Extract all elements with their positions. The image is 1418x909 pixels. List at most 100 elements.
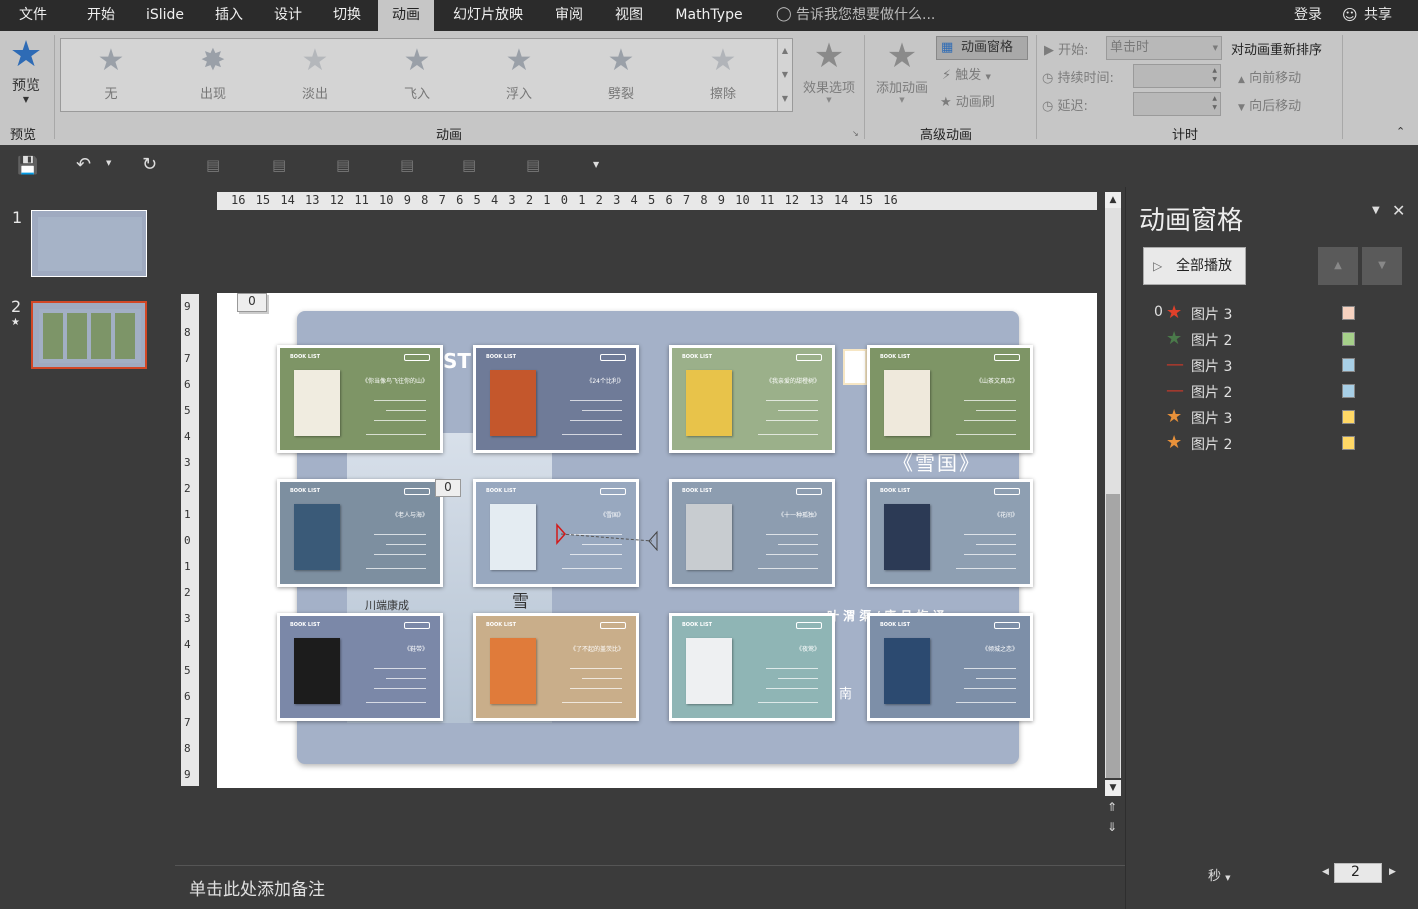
animation-painter-button[interactable]: ★ 动画刷: [940, 94, 995, 112]
align-left-icon[interactable]: ▤: [206, 156, 220, 174]
tab-file[interactable]: 文件: [6, 0, 60, 31]
tab-design[interactable]: 设计: [259, 0, 317, 31]
animation-pane-button[interactable]: ▦ 动画窗格: [936, 36, 1028, 60]
notes-pane[interactable]: 单击此处添加备注: [175, 865, 1125, 909]
animation-list-item[interactable]: — 图片 2: [1140, 380, 1370, 402]
seconds-dropdown[interactable]: 秒 ▼: [1208, 865, 1231, 884]
animation-none[interactable]: ★ 无: [61, 39, 161, 111]
star-fade-icon: ★: [301, 43, 329, 78]
tab-transitions[interactable]: 切换: [318, 0, 376, 31]
timeline-left-icon[interactable]: ◀: [1322, 867, 1329, 877]
next-slide-icon[interactable]: ⇓: [1107, 820, 1117, 834]
move-down-button[interactable]: ▼: [1362, 247, 1402, 285]
book-card[interactable]: BOOK LIST 《山茶文具店》: [867, 345, 1033, 453]
book-card[interactable]: BOOK LIST 《我亲爱的甜橙树》: [669, 345, 835, 453]
add-animation-button[interactable]: ★ 添加动画 ▼: [870, 35, 934, 104]
tab-review[interactable]: 审阅: [540, 0, 598, 31]
book-card[interactable]: BOOK LIST 《夜莺》: [669, 613, 835, 721]
duration-input[interactable]: ▲ ▼: [1133, 64, 1221, 88]
animation-list-item[interactable]: 0 ★ 图片 3: [1140, 302, 1370, 324]
timeline-bar[interactable]: [1342, 358, 1355, 372]
book-card[interactable]: BOOK LIST 《鞋带》: [277, 613, 443, 721]
delay-label: 延迟:: [1057, 99, 1088, 114]
move-earlier-button[interactable]: ▲ 向前移动: [1238, 67, 1301, 86]
tab-view[interactable]: 视图: [600, 0, 658, 31]
vertical-scrollbar[interactable]: ▲ ▼: [1104, 192, 1122, 796]
slide-thumbnail-2[interactable]: [31, 301, 147, 369]
spinner-icon[interactable]: ▲ ▼: [1212, 66, 1217, 84]
timeline-bar[interactable]: [1342, 332, 1355, 346]
preview-button[interactable]: ★ 预览 ▼: [4, 35, 48, 105]
trigger-button[interactable]: ⚡ 触发 ▼: [942, 67, 991, 86]
animation-order-marker[interactable]: 0: [435, 479, 461, 497]
motion-path[interactable]: [547, 521, 662, 551]
tab-islide[interactable]: iSlide: [136, 0, 194, 31]
timeline-right-icon[interactable]: ▶: [1389, 867, 1396, 877]
timeline-bar[interactable]: [1342, 384, 1355, 398]
share-button[interactable]: 共享: [1364, 0, 1392, 31]
spinner-icon[interactable]: ▲ ▼: [1212, 94, 1217, 112]
animation-list-item[interactable]: ★ 图片 2: [1140, 432, 1370, 454]
distribute-icon[interactable]: ▤: [526, 156, 540, 174]
animation-order-marker[interactable]: 0: [237, 293, 267, 312]
animation-list-item[interactable]: — 图片 3: [1140, 354, 1370, 376]
ruler-v-tick-label: 5: [184, 404, 191, 417]
book-card[interactable]: BOOK LIST 《老人与海》: [277, 479, 443, 587]
align-middle-icon[interactable]: ▤: [336, 156, 350, 174]
book-card[interactable]: BOOK LIST 《倾城之恋》: [867, 613, 1033, 721]
scroll-track[interactable]: [1105, 208, 1121, 778]
book-card[interactable]: BOOK LIST 《十一种孤独》: [669, 479, 835, 587]
scroll-up-icon[interactable]: ▲: [1105, 192, 1121, 208]
timeline-zoom-field[interactable]: 2: [1334, 863, 1382, 883]
animation-fade[interactable]: ★ 淡出: [265, 39, 365, 111]
slide-thumbnail-1[interactable]: [31, 210, 147, 277]
gallery-scroll[interactable]: ▲ ▼ ▼: [777, 39, 792, 111]
scroll-thumb[interactable]: [1106, 494, 1120, 778]
book-card[interactable]: BOOK LIST 《你当像鸟飞往你的山》: [277, 345, 443, 453]
timeline-bar[interactable]: [1342, 410, 1355, 424]
align-right-icon[interactable]: ▤: [400, 156, 414, 174]
animation-fly-in[interactable]: ★ 飞入: [367, 39, 467, 111]
animation-split[interactable]: ★ 劈裂: [571, 39, 671, 111]
login-link[interactable]: 登录: [1294, 0, 1322, 31]
book-card[interactable]: BOOK LIST 《了不起的盖茨比》: [473, 613, 639, 721]
timeline-bar[interactable]: [1342, 306, 1355, 320]
tab-home[interactable]: 开始: [72, 0, 130, 31]
redo-icon[interactable]: ↻: [142, 154, 157, 175]
animation-target-name: 图片 2: [1191, 437, 1233, 453]
tab-mathtype[interactable]: MathType: [662, 0, 756, 31]
undo-icon[interactable]: ↶: [76, 154, 91, 175]
timeline-bar[interactable]: [1342, 436, 1355, 450]
animation-list-item[interactable]: ★ 图片 2: [1140, 328, 1370, 350]
book-card[interactable]: BOOK LIST 《24个比利》: [473, 345, 639, 453]
play-all-button[interactable]: ▷ 全部播放: [1143, 247, 1246, 285]
chevron-down-icon[interactable]: ▼: [106, 159, 111, 167]
close-icon[interactable]: ✕: [1392, 201, 1405, 220]
animation-float-in[interactable]: ★ 浮入: [469, 39, 569, 111]
animation-appear[interactable]: ✸ 出现: [163, 39, 263, 111]
start-select[interactable]: 单击时 ▼: [1106, 36, 1222, 60]
dialog-launcher-icon[interactable]: ↘: [852, 129, 859, 138]
previous-slide-icon[interactable]: ⇑: [1107, 800, 1117, 814]
tell-me-search[interactable]: 告诉我您想要做什么...: [796, 0, 935, 31]
move-later-button[interactable]: ▼ 向后移动: [1238, 95, 1301, 114]
tab-insert[interactable]: 插入: [200, 0, 258, 31]
animation-wipe[interactable]: ★ 擦除: [673, 39, 773, 111]
tab-slideshow[interactable]: 幻灯片放映: [440, 0, 536, 31]
collapse-ribbon-icon[interactable]: ⌃: [1396, 125, 1405, 138]
animation-list-item[interactable]: ★ 图片 3: [1140, 406, 1370, 428]
effect-options-button[interactable]: ★ 效果选项 ▼: [798, 35, 860, 104]
card-text-line: [570, 400, 622, 401]
save-icon[interactable]: 💾: [17, 156, 38, 176]
align-top-icon[interactable]: ▤: [462, 156, 476, 174]
delay-input[interactable]: ▲ ▼: [1133, 92, 1221, 116]
slide-canvas[interactable]: ST 《雪国》 川端康成 雪 叶 渭 渠 / 唐 月 梅 译 南 BOOK LI…: [217, 293, 1097, 788]
notes-placeholder[interactable]: 单击此处添加备注: [189, 875, 325, 900]
align-center-icon[interactable]: ▤: [272, 156, 286, 174]
customize-qat-icon[interactable]: ▼: [593, 160, 599, 169]
tab-animations[interactable]: 动画: [378, 0, 434, 31]
move-up-button[interactable]: ▲: [1318, 247, 1358, 285]
book-card[interactable]: BOOK LIST 《花间》: [867, 479, 1033, 587]
pane-options-icon[interactable]: ▼: [1372, 205, 1380, 216]
scroll-down-icon[interactable]: ▼: [1105, 780, 1121, 796]
